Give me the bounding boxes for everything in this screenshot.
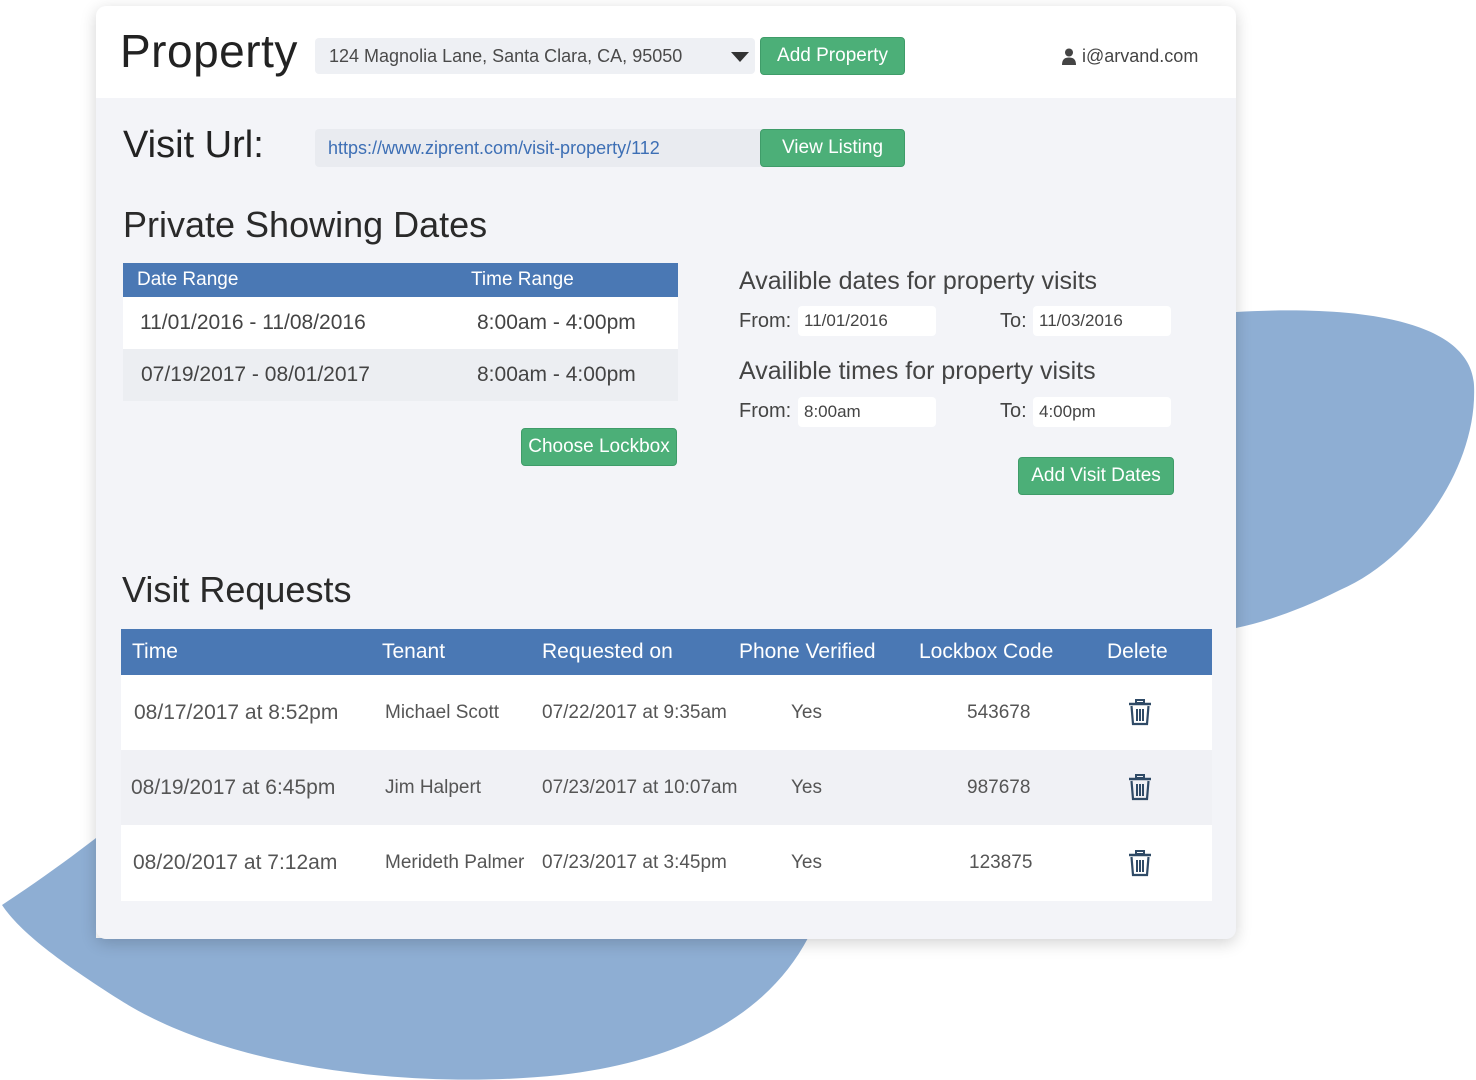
requested-on-cell: 07/23/2017 at 10:07am bbox=[542, 750, 739, 825]
tenant-cell: Jim Halpert bbox=[382, 750, 542, 825]
property-panel: Property 124 Magnolia Lane, Santa Clara,… bbox=[96, 6, 1236, 939]
requested-on-cell: 07/23/2017 at 3:45pm bbox=[542, 825, 739, 901]
lockbox-code-cell: 543678 bbox=[919, 675, 1107, 750]
times-from-label: From: bbox=[739, 400, 792, 422]
phone-verified-cell: Yes bbox=[739, 750, 919, 825]
view-listing-button[interactable]: View Listing bbox=[760, 129, 905, 167]
delete-cell bbox=[1107, 675, 1212, 750]
times-from-input[interactable]: 8:00am bbox=[798, 397, 936, 427]
phone-verified-cell: Yes bbox=[739, 675, 919, 750]
user-menu[interactable]: i@arvand.com bbox=[1062, 46, 1198, 67]
delete-cell bbox=[1107, 750, 1212, 825]
column-header-time-range: Time Range bbox=[471, 263, 678, 297]
lockbox-code-cell: 987678 bbox=[919, 750, 1107, 825]
requested-on-cell: 07/22/2017 at 9:35am bbox=[542, 675, 739, 750]
tenant-cell: Merideth Palmer bbox=[382, 825, 542, 901]
table-row: 08/19/2017 at 6:45pm Jim Halpert 07/23/2… bbox=[121, 750, 1212, 825]
time-range-cell: 8:00am - 4:00pm bbox=[471, 297, 678, 349]
user-email: i@arvand.com bbox=[1082, 46, 1199, 66]
trash-icon[interactable] bbox=[1128, 774, 1152, 801]
visit-requests-title: Visit Requests bbox=[122, 569, 352, 610]
caret-down-icon bbox=[731, 52, 749, 62]
table-header-row: Date Range Time Range bbox=[123, 263, 678, 297]
date-range-cell: 11/01/2016 - 11/08/2016 bbox=[123, 297, 471, 349]
table-row: 07/19/2017 - 08/01/2017 8:00am - 4:00pm bbox=[123, 349, 678, 401]
visit-url-field[interactable]: https://www.ziprent.com/visit-property/1… bbox=[315, 129, 775, 167]
add-visit-dates-button[interactable]: Add Visit Dates bbox=[1018, 457, 1174, 495]
trash-icon[interactable] bbox=[1128, 849, 1152, 877]
request-time-cell: 08/19/2017 at 6:45pm bbox=[121, 750, 382, 825]
property-select[interactable]: 124 Magnolia Lane, Santa Clara, CA, 9505… bbox=[315, 38, 755, 74]
user-icon bbox=[1062, 48, 1076, 65]
date-range-cell: 07/19/2017 - 08/01/2017 bbox=[123, 349, 471, 401]
available-dates-title: Availible dates for property visits bbox=[739, 267, 1098, 295]
times-to-label: To: bbox=[1000, 400, 1027, 422]
column-header-delete: Delete bbox=[1107, 629, 1212, 675]
visit-requests-table: Time Tenant Requested on Phone Verified … bbox=[121, 629, 1212, 901]
column-header-requested-on: Requested on bbox=[542, 629, 739, 675]
page-title: Property bbox=[120, 25, 298, 77]
table-header-row: Time Tenant Requested on Phone Verified … bbox=[121, 629, 1212, 675]
column-header-tenant: Tenant bbox=[382, 629, 542, 675]
trash-icon[interactable] bbox=[1128, 699, 1152, 726]
column-header-lockbox-code: Lockbox Code bbox=[919, 629, 1107, 675]
dates-to-input[interactable]: 11/03/2016 bbox=[1033, 306, 1171, 336]
private-showing-title: Private Showing Dates bbox=[123, 204, 488, 245]
time-range-cell: 8:00am - 4:00pm bbox=[471, 349, 678, 401]
property-select-value: 124 Magnolia Lane, Santa Clara, CA, 9505… bbox=[329, 46, 683, 66]
table-row: 11/01/2016 - 11/08/2016 8:00am - 4:00pm bbox=[123, 297, 678, 349]
dates-from-input[interactable]: 11/01/2016 bbox=[798, 306, 936, 336]
tenant-cell: Michael Scott bbox=[382, 675, 542, 750]
delete-cell bbox=[1107, 825, 1212, 901]
column-header-date-range: Date Range bbox=[123, 263, 471, 297]
visit-url-label: Visit Url: bbox=[123, 124, 264, 166]
phone-verified-cell: Yes bbox=[739, 825, 919, 901]
dates-from-label: From: bbox=[739, 310, 792, 332]
times-to-input[interactable]: 4:00pm bbox=[1033, 397, 1171, 427]
table-row: 08/20/2017 at 7:12am Merideth Palmer 07/… bbox=[121, 825, 1212, 901]
request-time-cell: 08/20/2017 at 7:12am bbox=[121, 825, 382, 901]
add-property-button[interactable]: Add Property bbox=[760, 37, 905, 75]
table-row: 08/17/2017 at 8:52pm Michael Scott 07/22… bbox=[121, 675, 1212, 750]
lockbox-code-cell: 123875 bbox=[919, 825, 1107, 901]
private-showing-table: Date Range Time Range 11/01/2016 - 11/08… bbox=[123, 263, 678, 401]
top-bar: Property 124 Magnolia Lane, Santa Clara,… bbox=[96, 6, 1236, 98]
available-times-title: Availible times for property visits bbox=[739, 357, 1096, 385]
dates-to-label: To: bbox=[1000, 310, 1027, 332]
choose-lockbox-button[interactable]: Choose Lockbox bbox=[521, 428, 677, 466]
column-header-time: Time bbox=[121, 629, 382, 675]
request-time-cell: 08/17/2017 at 8:52pm bbox=[121, 675, 382, 750]
column-header-phone-verified: Phone Verified bbox=[739, 629, 919, 675]
